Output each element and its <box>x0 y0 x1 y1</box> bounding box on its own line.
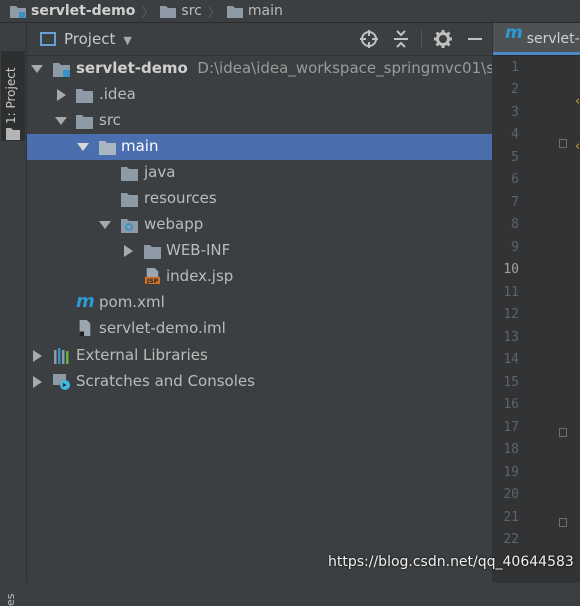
breadcrumb: servlet-demo 〉 src 〉 main <box>0 0 580 23</box>
folder-icon <box>160 5 177 18</box>
line-number: 8 <box>511 217 519 232</box>
breadcrumb-item-src[interactable]: src 〉 <box>154 2 221 21</box>
tree-item-scratches[interactable]: Scratches and Consoles <box>27 369 492 395</box>
line-number: 2 <box>511 82 519 97</box>
chevron-down-icon[interactable] <box>99 219 111 231</box>
chevron-down-icon[interactable] <box>77 141 89 153</box>
tree-item-java[interactable]: java <box>27 160 492 186</box>
fold-marker[interactable] <box>559 428 567 437</box>
line-number: 9 <box>511 240 519 255</box>
editor-gutter: 1 2 3 4 5 6 7 8 9 10 11 12 13 14 15 16 1… <box>493 56 580 583</box>
folder-icon <box>99 141 116 155</box>
line-number: 1 <box>511 60 519 75</box>
tree-item-src[interactable]: src <box>27 108 492 134</box>
watermark: https://blog.csdn.net/qq_40644583 <box>328 554 574 570</box>
svg-text:JSP: JSP <box>146 278 159 284</box>
iml-file-icon <box>79 320 91 336</box>
folder-icon <box>76 115 93 129</box>
maven-icon: m <box>505 23 523 43</box>
chevron-right-icon[interactable] <box>55 89 67 101</box>
folder-icon <box>6 128 20 140</box>
chevron-down-icon: ▼ <box>123 34 132 47</box>
tree-item-resources[interactable]: resources <box>27 186 492 212</box>
divider <box>421 30 422 48</box>
project-tool-tab-label[interactable]: 1: Project <box>4 61 20 131</box>
tree-item-index-jsp[interactable]: JSP index.jsp <box>27 264 492 290</box>
tag-marker: ‹ <box>575 94 580 109</box>
chevron-down-icon[interactable] <box>31 63 43 75</box>
line-number: 18 <box>503 442 519 457</box>
folder-icon <box>121 167 138 181</box>
project-panel-header: Project ▼ <box>27 23 492 56</box>
tree-item-main[interactable]: main <box>27 134 492 160</box>
jsp-file-icon: JSP <box>144 268 161 284</box>
locate-icon[interactable] <box>359 29 379 49</box>
module-folder-icon <box>10 5 26 18</box>
library-icon <box>54 348 69 364</box>
folder-icon <box>121 193 138 207</box>
project-tree: servlet-demo D:\idea\idea_workspace_spri… <box>27 56 492 583</box>
folder-icon <box>144 245 161 259</box>
chevron-down-icon[interactable] <box>55 115 67 127</box>
maven-icon: m <box>76 291 95 312</box>
tag-marker: ‹ <box>575 139 580 154</box>
fold-marker[interactable] <box>559 518 567 527</box>
tree-item-external-libraries[interactable]: External Libraries <box>27 343 492 369</box>
line-number: 21 <box>503 510 519 525</box>
line-number: 22 <box>503 532 519 547</box>
chevron-right-icon[interactable] <box>31 376 43 388</box>
line-number: 7 <box>511 195 519 210</box>
tree-item-pom-xml[interactable]: m pom.xml <box>27 290 492 316</box>
gear-icon[interactable] <box>433 29 453 49</box>
editor-tab-pom[interactable]: m servlet- <box>493 23 580 55</box>
line-number: 5 <box>511 150 519 165</box>
line-number: 12 <box>503 307 519 322</box>
web-folder-icon <box>121 219 138 233</box>
folder-icon <box>226 5 243 18</box>
line-number: 11 <box>503 285 519 300</box>
line-number: 13 <box>503 330 519 345</box>
tree-item-servlet-demo[interactable]: servlet-demo D:\idea\idea_workspace_spri… <box>27 56 492 82</box>
project-window-icon <box>40 32 56 46</box>
tree-item-servlet-demo-iml[interactable]: servlet-demo.iml <box>27 316 492 342</box>
module-folder-icon <box>53 63 70 77</box>
collapse-all-icon[interactable] <box>391 29 411 49</box>
left-tool-stripe: 1: Project es <box>0 23 27 606</box>
line-number: 19 <box>503 465 519 480</box>
line-number: 20 <box>503 487 519 502</box>
bottom-tool-tab-label[interactable]: es <box>4 571 20 606</box>
line-number: 4 <box>511 127 519 142</box>
fold-marker[interactable] <box>559 139 567 148</box>
hide-panel-icon[interactable] <box>465 29 485 49</box>
tree-item-webapp[interactable]: webapp <box>27 212 492 238</box>
breadcrumb-item-main[interactable]: main <box>221 3 283 19</box>
line-number: 14 <box>503 352 519 367</box>
scratches-icon <box>53 374 70 390</box>
tree-item-web-inf[interactable]: WEB-INF <box>27 238 492 264</box>
line-number: 17 <box>503 420 519 435</box>
line-number: 16 <box>503 397 519 412</box>
tree-item-idea[interactable]: .idea <box>27 82 492 108</box>
folder-icon <box>76 89 93 103</box>
line-number: 3 <box>511 105 519 120</box>
line-number-current: 10 <box>503 262 519 277</box>
chevron-right-icon[interactable] <box>31 350 43 362</box>
line-number: 15 <box>503 375 519 390</box>
breadcrumb-item-project[interactable]: servlet-demo 〉 <box>0 2 154 21</box>
line-number: 6 <box>511 172 519 187</box>
chevron-right-icon[interactable] <box>122 245 134 257</box>
project-view-selector[interactable]: Project ▼ <box>40 30 132 48</box>
editor-area: m servlet- 1 2 3 4 5 6 7 8 9 10 11 12 13 … <box>492 23 580 583</box>
